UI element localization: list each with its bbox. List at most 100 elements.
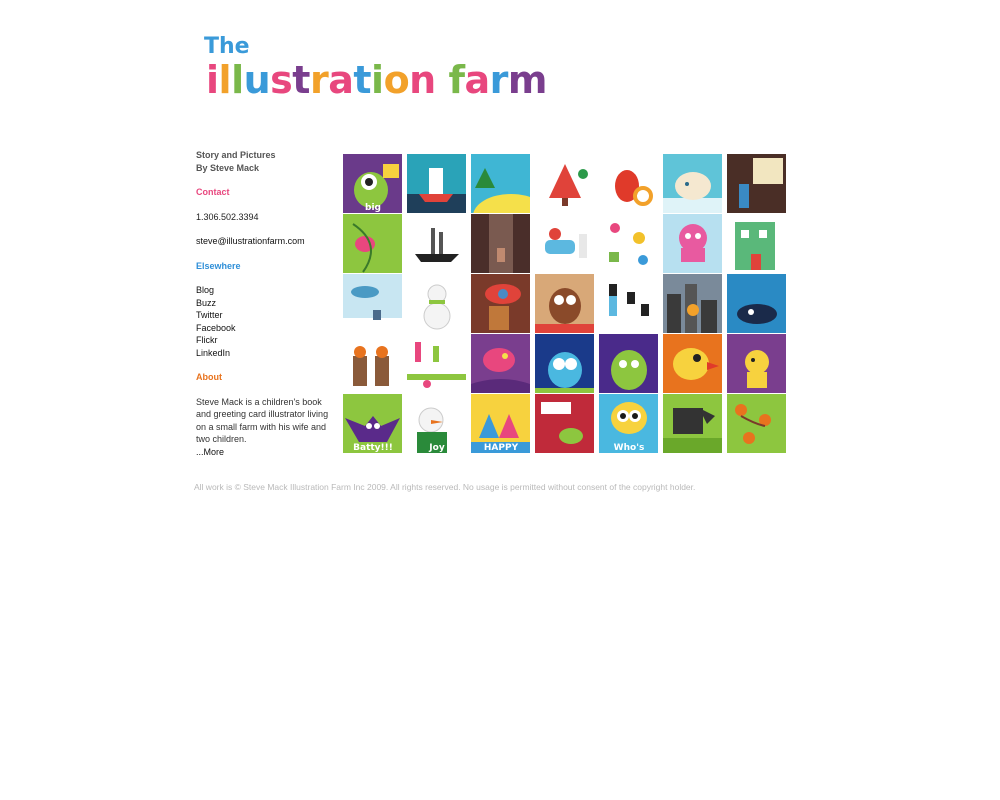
bat-illustration: Batty!!! — [343, 394, 402, 453]
gallery-tile-turtle[interactable] — [535, 394, 594, 453]
bear-illustration — [663, 154, 722, 213]
link-flickr[interactable]: Flickr — [196, 334, 336, 347]
gallery-tile-bath[interactable] — [535, 214, 594, 273]
gallery-tile-city[interactable] — [663, 274, 722, 333]
site-logo[interactable]: The illustration farm — [204, 30, 548, 110]
gallery-tile-dog[interactable] — [727, 334, 786, 393]
tree-illustration — [535, 154, 594, 213]
logo-letter: i — [206, 58, 219, 102]
about-heading: About — [196, 372, 222, 382]
gallery-tile-bat[interactable]: Batty!!! — [343, 394, 402, 453]
turtle-illustration — [535, 394, 594, 453]
gallery-tile-octopus[interactable] — [663, 214, 722, 273]
gallery-tile-tree[interactable] — [535, 154, 594, 213]
tagline-line-2: By Steve Mack — [196, 162, 260, 173]
elsewhere-heading: Elsewhere — [196, 260, 241, 271]
gallery-tile-owl[interactable] — [535, 274, 594, 333]
whos-illustration: Who's — [599, 394, 658, 453]
gallery-tile-happy[interactable]: HAPPY — [471, 394, 530, 453]
tile-caption: HAPPY — [484, 443, 519, 453]
link-buzz[interactable]: Buzz — [196, 297, 336, 310]
gallery-tile-whale[interactable] — [727, 274, 786, 333]
logo-wordmark: illustration farm — [206, 58, 548, 102]
tile-caption: Batty!!! — [353, 443, 393, 453]
logo-letter: u — [243, 58, 271, 102]
tile-caption: Joy — [428, 443, 445, 453]
gallery-tile-ship[interactable] — [407, 214, 466, 273]
house-illustration — [727, 214, 786, 273]
gallery-tile-alley[interactable] — [471, 214, 530, 273]
logo-letter: s — [270, 58, 293, 102]
lobster-illustration — [599, 154, 658, 213]
gallery-tile-items[interactable] — [599, 214, 658, 273]
snowmanjoy-illustration: Joy — [407, 394, 466, 453]
gallery-tile-bear[interactable] — [663, 154, 722, 213]
contact-heading: Contact — [196, 187, 230, 197]
pear-illustration — [599, 334, 658, 393]
monster-illustration: big — [343, 154, 402, 213]
logo-the-word: The — [204, 34, 250, 59]
gallery-tile-pear[interactable] — [599, 334, 658, 393]
alley-illustration — [471, 214, 530, 273]
boat-illustration — [407, 154, 466, 213]
logo-letter: r — [489, 58, 509, 102]
gallery-tile-monkeys[interactable] — [727, 394, 786, 453]
birdorange-illustration — [663, 334, 722, 393]
link-facebook[interactable]: Facebook — [196, 322, 336, 335]
email-link[interactable]: steve@illustrationfarm.com — [196, 235, 336, 248]
logo-letter: i — [371, 58, 384, 102]
kids-illustration — [343, 334, 402, 393]
copyright-footer: All work is © Steve Mack Illustration Fa… — [194, 482, 696, 492]
link-blog[interactable]: Blog — [196, 284, 336, 297]
gallery-tile-sign[interactable] — [727, 154, 786, 213]
logo-letter: l — [231, 58, 244, 102]
happy-illustration: HAPPY — [471, 394, 530, 453]
logo-letter: f — [448, 58, 465, 102]
about-text: Steve Mack is a children's book and gree… — [196, 396, 329, 445]
link-twitter[interactable]: Twitter — [196, 309, 336, 322]
horse-illustration — [663, 394, 722, 453]
hill-illustration — [471, 154, 530, 213]
gallery-tile-stork[interactable] — [343, 274, 402, 333]
owl-illustration — [535, 274, 594, 333]
elsewhere-links: Blog Buzz Twitter Facebook Flickr Linked… — [196, 284, 336, 359]
items-illustration — [599, 214, 658, 273]
stork-illustration — [343, 274, 402, 333]
gallery-tile-snowman[interactable] — [407, 274, 466, 333]
gallery-tile-monster[interactable]: big — [343, 154, 402, 213]
gallery-tile-party[interactable] — [407, 334, 466, 393]
gallery-tile-house[interactable] — [727, 214, 786, 273]
ship-illustration — [407, 214, 466, 273]
more-link[interactable]: ...More — [196, 447, 224, 457]
bird-illustration — [343, 214, 402, 273]
whale-illustration — [727, 274, 786, 333]
logo-letter: m — [507, 58, 548, 102]
link-linkedin[interactable]: LinkedIn — [196, 347, 336, 360]
sidebar: Story and Pictures By Steve Mack Contact… — [196, 149, 336, 458]
gallery-tile-birdorange[interactable] — [663, 334, 722, 393]
snowman-illustration — [407, 274, 466, 333]
logo-letter — [436, 60, 449, 100]
gallery-tile-whos[interactable]: Who's — [599, 394, 658, 453]
car-illustration — [471, 274, 530, 333]
gallery-tile-snowmanjoy[interactable]: Joy — [407, 394, 466, 453]
gallery-tile-bird[interactable] — [343, 214, 402, 273]
logo-letter: a — [328, 58, 354, 102]
gallery-tile-hats[interactable] — [599, 274, 658, 333]
gallery-tile-owlblue[interactable] — [535, 334, 594, 393]
tagline-line-1: Story and Pictures — [196, 150, 276, 160]
gallery-tile-lobster[interactable] — [599, 154, 658, 213]
gallery-tile-birdpurple[interactable] — [471, 334, 530, 393]
gallery-tile-car[interactable] — [471, 274, 530, 333]
party-illustration — [407, 334, 466, 393]
logo-letter: r — [309, 58, 329, 102]
sign-illustration — [727, 154, 786, 213]
tile-caption: big — [365, 203, 381, 213]
phone-number: 1.306.502.3394 — [196, 211, 259, 222]
gallery-tile-kids[interactable] — [343, 334, 402, 393]
gallery-tile-hill[interactable] — [471, 154, 530, 213]
dog-illustration — [727, 334, 786, 393]
gallery-tile-boat[interactable] — [407, 154, 466, 213]
gallery-tile-horse[interactable] — [663, 394, 722, 453]
tile-caption: Who's — [614, 443, 645, 453]
